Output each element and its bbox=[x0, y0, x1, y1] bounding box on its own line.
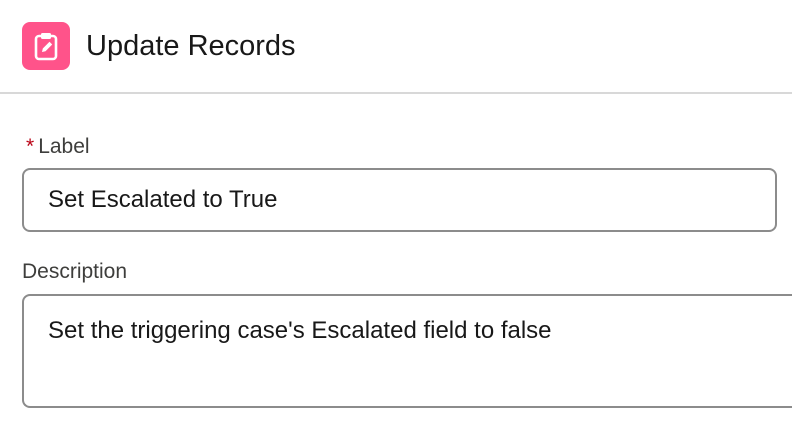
description-textarea[interactable]: Set the triggering case's Escalated fiel… bbox=[22, 294, 792, 408]
required-marker: * bbox=[26, 135, 35, 158]
label-input[interactable] bbox=[22, 168, 777, 232]
update-records-panel: Update Records *Label Description Set th… bbox=[0, 0, 792, 422]
panel-header: Update Records bbox=[0, 0, 792, 94]
label-field-label-text: Label bbox=[38, 135, 90, 158]
label-field-label: * Label bbox=[26, 134, 90, 160]
page-title: Update Records bbox=[86, 30, 296, 62]
description-field-label: Description bbox=[22, 260, 128, 283]
clipboard-edit-icon bbox=[22, 22, 70, 70]
